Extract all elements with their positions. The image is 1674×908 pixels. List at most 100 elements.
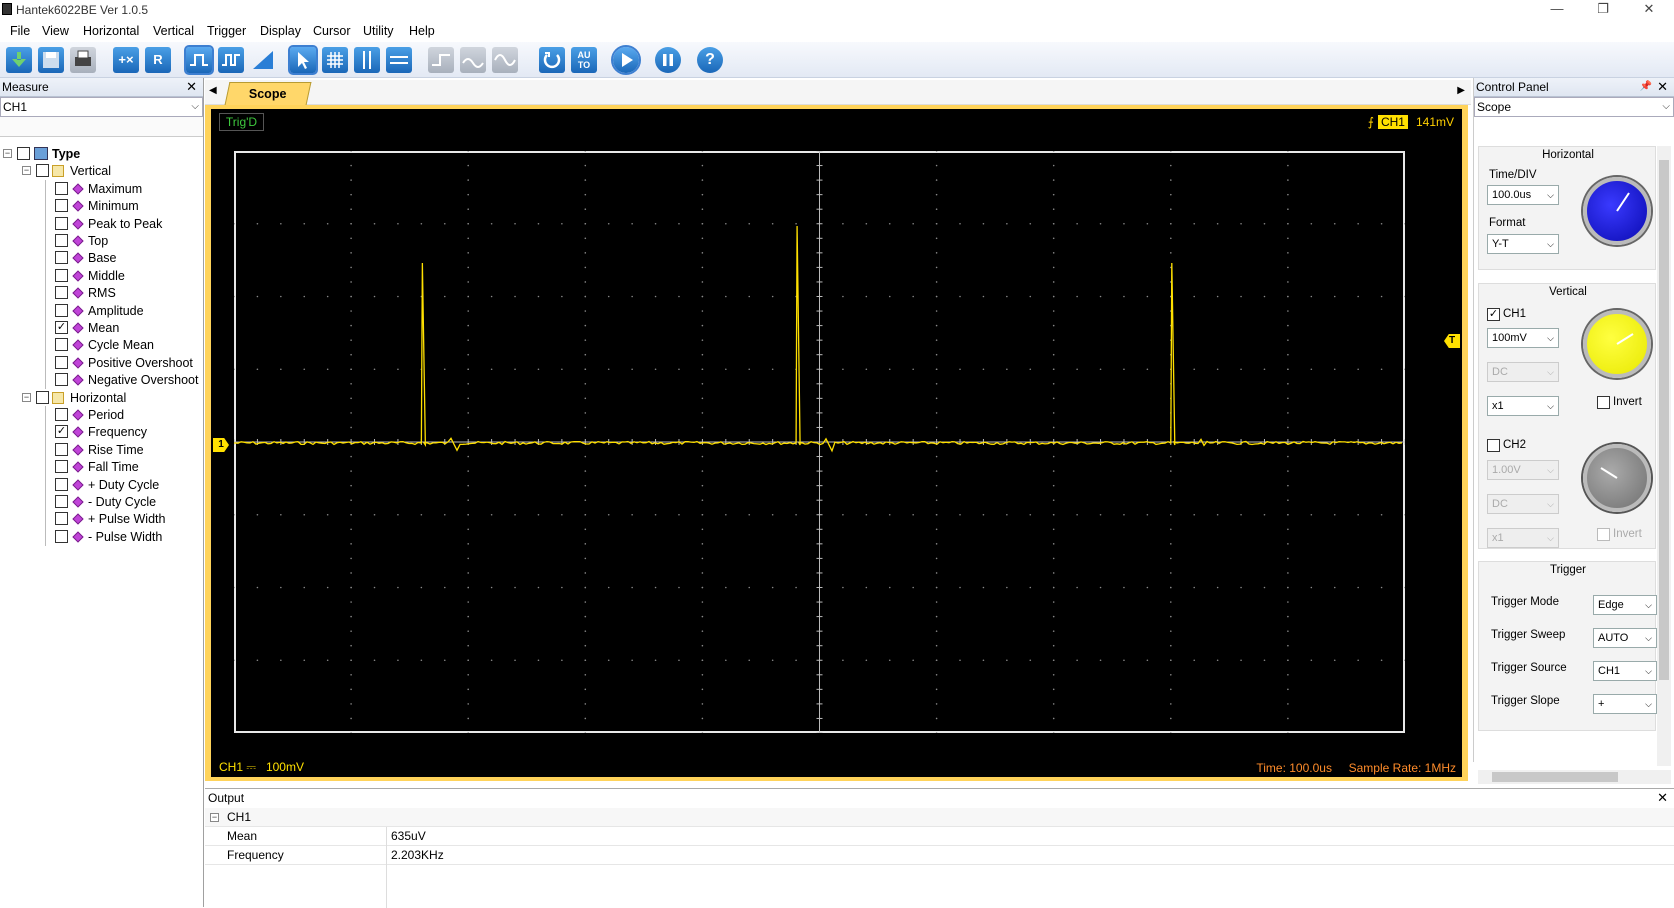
minimize-icon[interactable]: —: [1534, 0, 1580, 20]
ch1-volts-knob[interactable]: [1583, 310, 1651, 378]
help-icon[interactable]: ?: [697, 47, 723, 73]
trigger-mode-select[interactable]: Edge ⌵: [1593, 595, 1657, 615]
ch2-enable-checkbox[interactable]: [1487, 439, 1500, 452]
timediv-select[interactable]: 100.0us ⌵: [1487, 185, 1559, 205]
format-select[interactable]: Y-T ⌵: [1487, 234, 1559, 254]
measure-item-negative-duty-cycle[interactable]: - Duty Cycle: [0, 493, 200, 511]
measure-item-negative-pulse-width[interactable]: - Pulse Width: [0, 527, 200, 546]
pause-icon[interactable]: [655, 47, 681, 73]
single-icon[interactable]: [539, 47, 565, 73]
restore-icon[interactable]: ❐: [1580, 0, 1626, 20]
collapse-icon[interactable]: −: [22, 392, 31, 402]
tab-scope[interactable]: Scope: [224, 82, 312, 105]
tree-checkbox[interactable]: [36, 390, 49, 404]
waveform-display[interactable]: [234, 151, 1405, 733]
collapse-icon[interactable]: −: [22, 166, 31, 176]
ch1-volts-select[interactable]: 100mV ⌵: [1487, 328, 1559, 348]
cursor-select-icon[interactable]: [288, 45, 318, 75]
collapse-icon[interactable]: −: [3, 149, 12, 158]
tree-checkbox[interactable]: [55, 408, 68, 421]
ch1-coupling-select[interactable]: DC ⌵: [1487, 362, 1559, 382]
ramp-icon[interactable]: [250, 47, 276, 73]
tree-checkbox[interactable]: [55, 373, 68, 387]
run-icon[interactable]: [611, 45, 641, 75]
print-icon[interactable]: [70, 47, 96, 73]
tree-group-vertical[interactable]: − Vertical: [0, 162, 200, 180]
timebase-knob[interactable]: [1583, 177, 1651, 245]
tree-checkbox[interactable]: [55, 268, 68, 282]
vertical-cursor-icon[interactable]: [354, 47, 380, 73]
square-wave-icon[interactable]: [428, 47, 454, 73]
tree-checkbox[interactable]: ✓: [55, 425, 68, 439]
output-channel-row[interactable]: − CH1: [205, 808, 1674, 827]
measure-item-maximum[interactable]: Maximum: [0, 179, 200, 198]
measure-item-middle[interactable]: Middle: [0, 266, 200, 285]
measure-item-rms[interactable]: RMS: [0, 284, 200, 303]
trigger-source-select[interactable]: CH1 ⌵: [1593, 661, 1657, 681]
ch1-wave-icon[interactable]: [184, 45, 214, 75]
measure-item-positive-overshoot[interactable]: Positive Overshoot: [0, 353, 200, 372]
sine-wave-icon[interactable]: [492, 47, 518, 73]
measure-channel-select[interactable]: CH1 ⌵: [0, 97, 203, 117]
scrollbar-thumb[interactable]: [1659, 160, 1669, 680]
ch2-volts-select[interactable]: 1.00V ⌵: [1487, 460, 1559, 480]
reference-icon[interactable]: R: [145, 47, 171, 73]
tree-checkbox[interactable]: [55, 234, 68, 247]
measure-item-positive-duty-cycle[interactable]: + Duty Cycle: [0, 475, 200, 494]
ch1-enable-checkbox[interactable]: ✓: [1487, 308, 1500, 321]
measure-item-mean[interactable]: ✓ Mean: [0, 319, 200, 337]
trigger-level-marker[interactable]: T: [1444, 334, 1460, 348]
menu-horizontal[interactable]: Horizontal: [83, 24, 139, 38]
tree-checkbox[interactable]: [55, 529, 68, 543]
measure-item-amplitude[interactable]: Amplitude: [0, 301, 200, 320]
trigger-sweep-select[interactable]: AUTO ⌵: [1593, 628, 1657, 648]
measure-item-minimum[interactable]: Minimum: [0, 197, 200, 216]
save-icon[interactable]: [38, 47, 64, 73]
tree-checkbox[interactable]: [55, 199, 68, 213]
ch2-volts-knob[interactable]: [1583, 444, 1651, 512]
grid-icon[interactable]: [322, 47, 348, 73]
ch2-invert-checkbox[interactable]: [1597, 528, 1610, 541]
tree-checkbox[interactable]: [55, 512, 68, 526]
tree-checkbox[interactable]: [55, 355, 68, 369]
auto-icon[interactable]: AU TO: [571, 47, 597, 73]
ch2-probe-select[interactable]: x1 ⌵: [1487, 528, 1559, 548]
menu-display[interactable]: Display: [260, 24, 301, 38]
tree-checkbox[interactable]: [55, 442, 68, 456]
tree-checkbox[interactable]: [55, 495, 68, 508]
tab-right-arrow-icon[interactable]: ▶: [1457, 85, 1465, 96]
tree-checkbox[interactable]: [55, 303, 68, 317]
measure-item-period[interactable]: Period: [0, 406, 200, 424]
ch2-wave-icon[interactable]: [218, 47, 244, 73]
triangle-wave-icon[interactable]: [460, 47, 486, 73]
open-icon[interactable]: [6, 47, 32, 73]
measure-item-base[interactable]: Base: [0, 249, 200, 268]
tree-checkbox[interactable]: [55, 286, 68, 300]
measure-item-top[interactable]: Top: [0, 232, 200, 250]
tree-checkbox[interactable]: [55, 251, 68, 265]
measure-close-icon[interactable]: ✕: [186, 78, 197, 96]
math-icon[interactable]: +×: [113, 47, 139, 73]
control-horizontal-scrollbar[interactable]: [1478, 770, 1671, 784]
horizontal-cursor-icon[interactable]: [386, 47, 412, 73]
menu-trigger[interactable]: Trigger: [207, 24, 246, 38]
control-close-icon[interactable]: ✕: [1657, 78, 1668, 96]
tree-checkbox[interactable]: [36, 164, 49, 178]
control-vertical-scrollbar[interactable]: [1657, 146, 1671, 766]
menu-view[interactable]: View: [42, 24, 69, 38]
collapse-icon[interactable]: −: [210, 813, 219, 822]
measure-item-positive-pulse-width[interactable]: + Pulse Width: [0, 510, 200, 529]
measure-item-fall-time[interactable]: Fall Time: [0, 458, 200, 477]
scrollbar-thumb[interactable]: [1492, 772, 1618, 782]
menu-file[interactable]: File: [10, 24, 30, 38]
ch1-ground-marker[interactable]: 1: [213, 438, 229, 452]
tree-checkbox[interactable]: [17, 147, 30, 160]
trigger-slope-select[interactable]: + ⌵: [1593, 694, 1657, 714]
tree-checkbox[interactable]: [55, 216, 68, 230]
menu-vertical[interactable]: Vertical: [153, 24, 194, 38]
tree-checkbox[interactable]: [55, 181, 68, 195]
tree-checkbox[interactable]: [55, 477, 68, 491]
measure-item-frequency[interactable]: ✓ Frequency: [0, 423, 200, 442]
menu-help[interactable]: Help: [409, 24, 435, 38]
ch1-invert-checkbox[interactable]: [1597, 396, 1610, 409]
